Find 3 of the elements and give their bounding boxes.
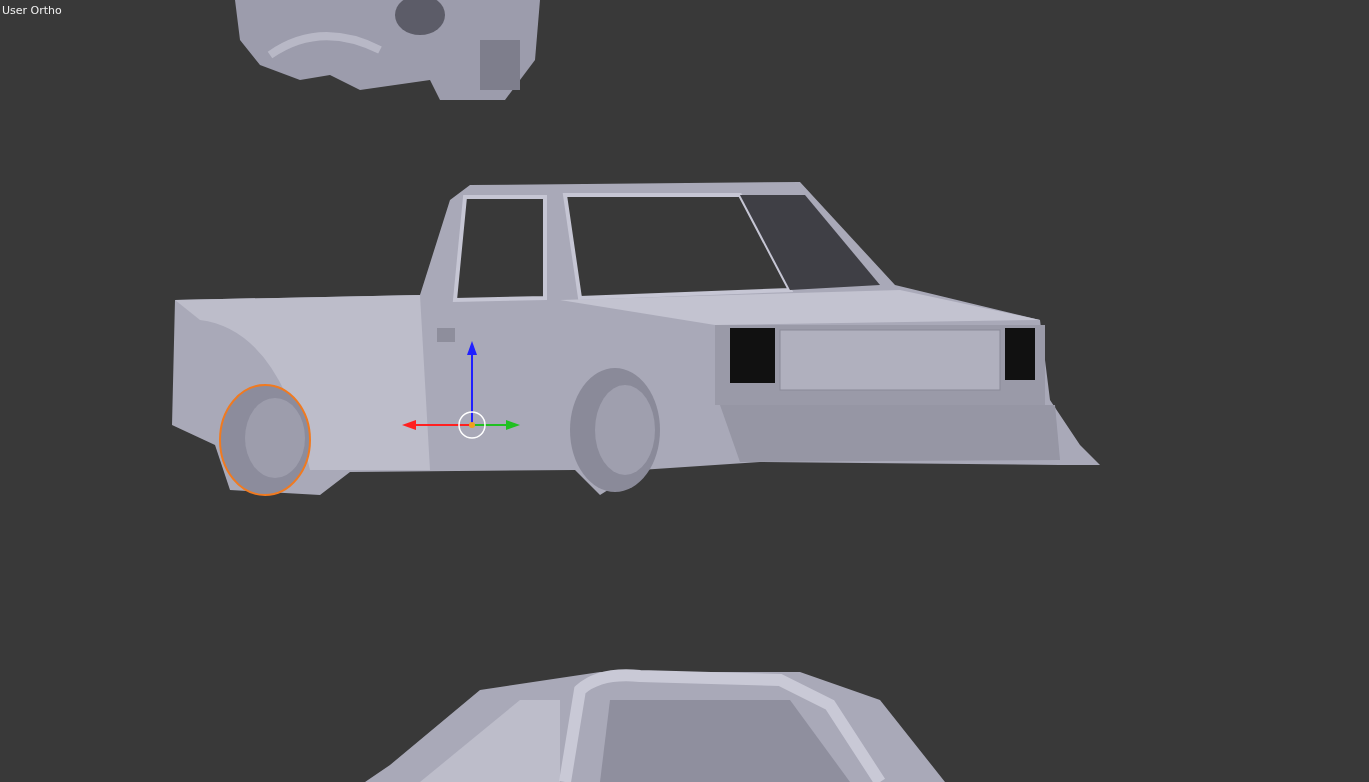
view-label: User Ortho xyxy=(2,4,62,17)
transform-gizmo-icon[interactable] xyxy=(402,341,520,439)
3d-viewport[interactable]: User Ortho xyxy=(0,0,1369,782)
